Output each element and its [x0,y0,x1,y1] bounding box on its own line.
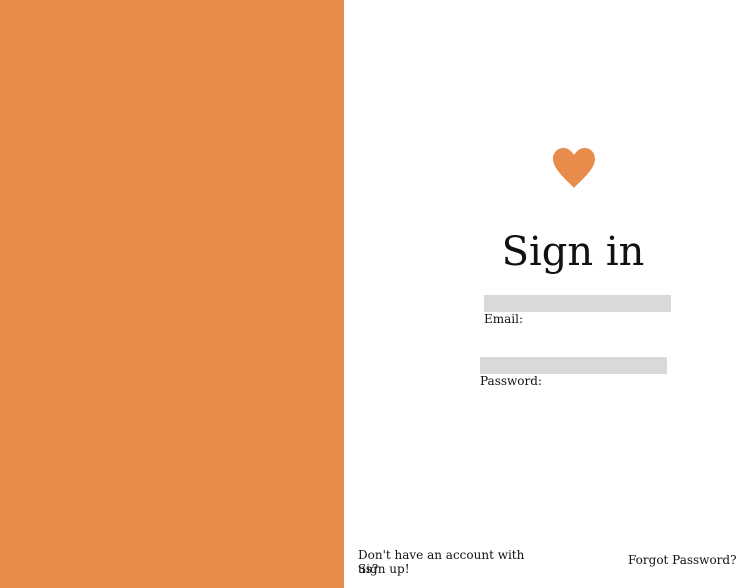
signup-link[interactable]: Sign up! [358,562,410,576]
password-field[interactable] [480,357,667,374]
heart-icon [551,146,597,190]
page-title: Sign in [501,228,645,275]
email-label: Email: [484,312,524,326]
email-field[interactable] [484,295,671,312]
password-label: Password: [480,374,542,388]
forgot-password-link[interactable]: Forgot Password? [628,553,737,567]
side-panel [0,0,344,588]
